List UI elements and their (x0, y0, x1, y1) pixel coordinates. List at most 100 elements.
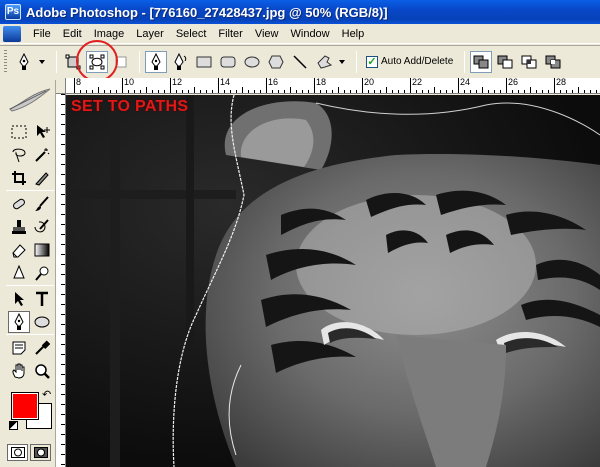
magic-wand-tool-icon[interactable] (31, 144, 53, 166)
pen-tool-icon[interactable] (8, 311, 30, 333)
polygon-tool-button[interactable] (265, 51, 287, 73)
separator (139, 50, 140, 73)
document-canvas[interactable]: SET TO PATHS (66, 95, 600, 467)
brush-tool-icon[interactable] (31, 193, 53, 215)
ruler-tick (362, 78, 363, 93)
ruler-label: 28 (556, 78, 567, 87)
menu-edit[interactable]: Edit (57, 25, 88, 43)
crop-tool-icon[interactable] (8, 167, 30, 189)
ruler-tick (578, 87, 579, 93)
blur-tool-icon[interactable] (8, 262, 30, 284)
ruler-label: 12 (172, 78, 183, 87)
ruler-origin[interactable] (56, 78, 66, 94)
slice-tool-icon[interactable] (31, 167, 53, 189)
move-tool-icon[interactable] (31, 121, 53, 143)
line-tool-button[interactable] (289, 51, 311, 73)
menu-help[interactable]: Help (336, 25, 371, 43)
foreground-color-swatch[interactable] (11, 392, 39, 420)
standard-mode-button[interactable] (7, 444, 28, 461)
ruler-tick (110, 90, 111, 93)
ruler-tick (296, 90, 297, 93)
vertical-ruler[interactable] (56, 94, 66, 467)
zoom-tool-icon[interactable] (31, 360, 53, 382)
ruler-tick (572, 90, 573, 93)
paths-mode-highlight-circle (76, 40, 118, 82)
menu-layer[interactable]: Layer (130, 25, 170, 43)
horizontal-ruler[interactable]: 8 10 12 14 16 18 20 22 24 26 28 (66, 78, 600, 94)
ruler-tick (74, 78, 75, 93)
shape-options-dropdown-icon[interactable] (339, 59, 345, 64)
ellipse-shape-tool-icon[interactable] (31, 311, 53, 333)
eyedropper-tool-icon[interactable] (31, 337, 53, 359)
menu-filter[interactable]: Filter (212, 25, 248, 43)
ruler-tick (506, 78, 507, 93)
menu-view[interactable]: View (249, 25, 285, 43)
ruler-label: 24 (460, 78, 471, 87)
clone-stamp-tool-icon[interactable] (8, 216, 30, 238)
ruler-label: 16 (268, 78, 279, 87)
ruler-tick (524, 90, 525, 93)
marquee-tool-icon[interactable] (8, 121, 30, 143)
menu-file[interactable]: File (27, 25, 57, 43)
ruler-tick (146, 87, 147, 93)
swap-colors-icon[interactable]: ↶ (42, 388, 51, 401)
pen-tool-button[interactable] (145, 50, 167, 73)
path-selection-tool-icon[interactable] (8, 288, 30, 310)
separator (464, 50, 466, 73)
rounded-rectangle-tool-button[interactable] (217, 51, 239, 73)
hand-tool-icon[interactable] (8, 360, 30, 382)
auto-add-delete-option[interactable]: ✓ Auto Add/Delete (366, 55, 453, 68)
rectangle-tool-button[interactable] (193, 51, 215, 73)
menu-select[interactable]: Select (170, 25, 213, 43)
ruler-tick (326, 90, 327, 93)
tool-preset-pen-icon[interactable] (13, 51, 35, 73)
default-colors-icon[interactable] (9, 421, 18, 430)
intersect-path-areas-button[interactable] (518, 51, 540, 73)
ruler-tick (512, 90, 513, 93)
ruler-tick (224, 90, 225, 93)
lasso-tool-icon[interactable] (8, 144, 30, 166)
gradient-tool-icon[interactable] (31, 239, 53, 261)
notes-tool-icon[interactable] (8, 337, 30, 359)
ruler-tick (254, 90, 255, 93)
ruler-tick (206, 90, 207, 93)
ruler-tick (536, 90, 537, 93)
ruler-tick (338, 87, 339, 93)
options-bar-grip[interactable] (4, 49, 7, 74)
ruler-tick (290, 87, 291, 93)
ruler-tick (452, 90, 453, 93)
ruler-tick (164, 90, 165, 93)
custom-shape-tool-button[interactable] (313, 51, 335, 73)
quick-mask-mode-button[interactable] (30, 444, 51, 461)
add-to-path-area-button[interactable] (470, 50, 493, 73)
auto-add-delete-checkbox[interactable]: ✓ (366, 55, 378, 68)
separator (356, 50, 357, 73)
healing-brush-tool-icon[interactable] (8, 193, 30, 215)
set-to-paths-annotation: SET TO PATHS (71, 98, 189, 115)
ruler-tick (356, 90, 357, 93)
ruler-tick (122, 78, 123, 93)
menu-window[interactable]: Window (285, 25, 336, 43)
exclude-overlapping-path-areas-button[interactable] (542, 51, 564, 73)
type-tool-icon[interactable] (31, 288, 53, 310)
ruler-tick (560, 90, 561, 93)
photoshop-app-icon[interactable]: Ps (5, 4, 21, 20)
ruler-tick (182, 90, 183, 93)
eraser-tool-icon[interactable] (8, 239, 30, 261)
tool-preset-dropdown-icon[interactable] (39, 59, 45, 64)
ruler-label: 22 (412, 78, 423, 87)
ruler-tick (500, 90, 501, 93)
ruler-tick (494, 90, 495, 93)
ruler-tick (530, 87, 531, 93)
history-brush-tool-icon[interactable] (31, 216, 53, 238)
ruler-tick (332, 90, 333, 93)
feather-logo-icon[interactable] (6, 85, 52, 115)
freeform-pen-tool-button[interactable] (169, 51, 191, 73)
photoshop-logo-icon[interactable] (3, 25, 21, 42)
ellipse-tool-button[interactable] (241, 51, 263, 73)
ruler-tick (374, 90, 375, 93)
separator (6, 190, 54, 191)
subtract-from-path-area-button[interactable] (494, 51, 516, 73)
dodge-tool-icon[interactable] (31, 262, 53, 284)
ruler-tick (98, 87, 99, 93)
